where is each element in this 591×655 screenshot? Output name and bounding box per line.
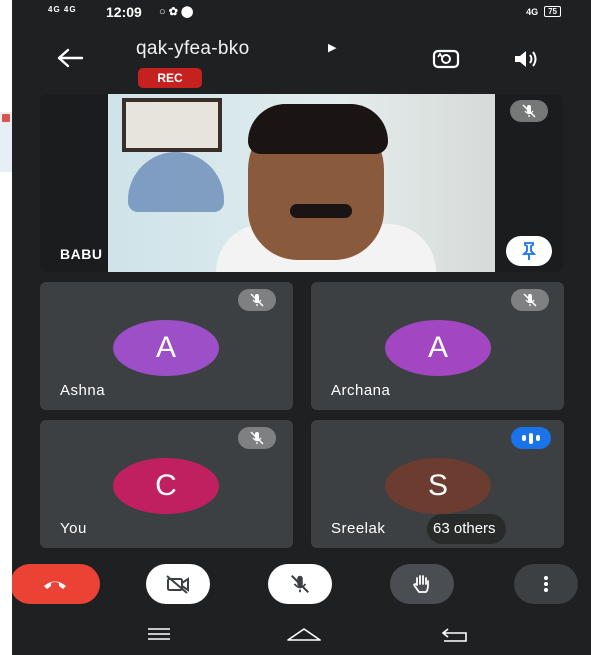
more-options-button[interactable] [514, 564, 578, 604]
end-call-icon [44, 581, 66, 589]
nav-menu-icon[interactable] [146, 626, 172, 647]
avatar: A [385, 320, 491, 376]
status-time: 12:09 [106, 4, 142, 20]
speaking-indicator-icon [511, 427, 551, 449]
wall-portrait [122, 98, 222, 152]
mic-off-icon [511, 289, 549, 311]
status-right: 4G 75 [526, 6, 561, 17]
end-call-button[interactable] [12, 564, 100, 604]
main-participant-tile[interactable]: BABU [40, 94, 563, 272]
speaker-icon[interactable] [512, 48, 540, 70]
raise-hand-icon [413, 575, 429, 593]
meeting-header: qak-yfea-bko ▶ REC [12, 28, 591, 98]
participant-name: Sreelak [331, 520, 386, 537]
participant-tile-you[interactable]: C You [40, 420, 293, 548]
participant-name: BABU [60, 246, 103, 262]
wall-emblem [128, 152, 224, 212]
mic-off-icon [238, 427, 276, 449]
network-indicator: 4G [526, 6, 539, 17]
participant-name: Ashna [60, 382, 106, 399]
avatar: A [113, 320, 219, 376]
status-bar: 4G 4G 12:09 ○ ✿ ⬤ 4G 75 [12, 0, 591, 26]
participant-tile-ashna[interactable]: A Ashna [40, 282, 293, 410]
nav-back-icon[interactable] [440, 626, 470, 649]
nav-home-icon[interactable] [284, 626, 324, 649]
toggle-mic-button[interactable] [268, 564, 332, 604]
participant-tile-sreelak[interactable]: S Sreelak 63 others [311, 420, 564, 548]
close-icon [2, 114, 10, 122]
others-count-chip[interactable]: 63 others [427, 514, 506, 544]
participant-name: Archana [331, 382, 391, 399]
mic-off-icon [238, 289, 276, 311]
signal-indicator: 4G 4G [48, 5, 77, 14]
toggle-camera-button[interactable] [146, 564, 210, 604]
participant-video [108, 94, 495, 272]
pin-icon[interactable] [506, 236, 552, 266]
call-controls [12, 552, 591, 616]
meeting-code[interactable]: qak-yfea-bko [136, 38, 249, 60]
meet-call-screen: 4G 4G 12:09 ○ ✿ ⬤ 4G 75 qak-yfea-bko ▶ R… [12, 0, 591, 655]
raise-hand-button[interactable] [390, 564, 454, 604]
video-mustache [290, 204, 352, 218]
caret-right-icon[interactable]: ▶ [328, 41, 336, 54]
back-arrow-icon[interactable] [56, 48, 84, 74]
status-icons: ○ ✿ ⬤ [159, 6, 194, 18]
avatar: C [113, 458, 219, 514]
more-icon [544, 576, 548, 592]
participant-tile-archana[interactable]: A Archana [311, 282, 564, 410]
video-off-icon [166, 575, 189, 594]
avatar: S [385, 458, 491, 514]
mic-off-icon [291, 575, 309, 593]
mic-off-icon [510, 100, 548, 122]
battery-indicator: 75 [544, 6, 561, 17]
system-nav-bar [12, 616, 591, 655]
participant-name: You [60, 520, 87, 537]
recording-badge: REC [138, 68, 202, 88]
video-hair [248, 104, 388, 154]
camera-switch-icon[interactable] [432, 48, 460, 70]
